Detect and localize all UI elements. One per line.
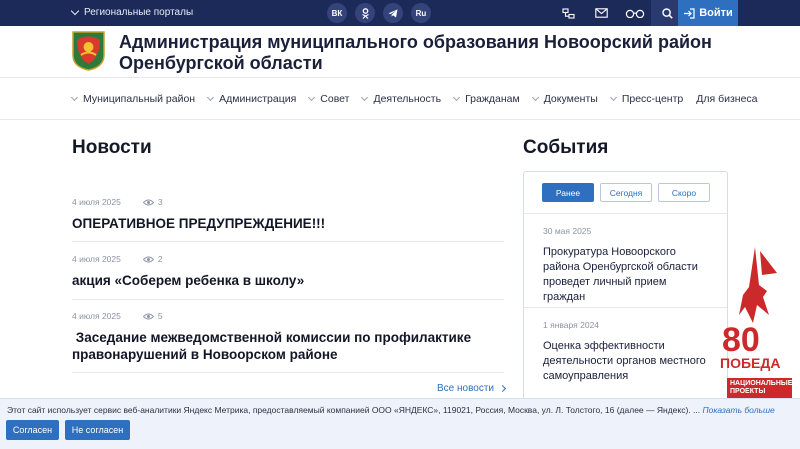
main-navigation: Муниципальный район Администрация Совет … [0, 78, 800, 120]
chevron-down-icon [308, 93, 316, 102]
cookie-text: Этот сайт использует сервис веб-аналитик… [7, 405, 701, 415]
badge-number: 80 [722, 321, 760, 359]
tab-earlier[interactable]: Ранее [542, 183, 594, 202]
social-links: ВК Ru [327, 3, 431, 23]
top-bar: Региональные порталы ВК Ru Войти [0, 0, 800, 26]
cookie-decline-button[interactable]: Не согласен [65, 420, 130, 440]
regional-portals-label: Региональные порталы [84, 7, 194, 18]
news-view-count: 3 [157, 197, 163, 207]
event-title[interactable]: Прокуратура Новоорского района Оренбургс… [543, 245, 709, 305]
rutube-icon[interactable]: Ru [411, 3, 431, 23]
nav-item-label: Пресс-центр [621, 93, 684, 105]
chevron-down-icon [207, 93, 215, 102]
chevron-right-icon [498, 384, 507, 393]
badge-text: ПОБЕДА! [720, 355, 781, 371]
eye-icon [142, 199, 154, 205]
eye-icon [142, 313, 154, 319]
cookie-banner: Этот сайт использует сервис веб-аналитик… [0, 398, 800, 449]
nav-item-administration[interactable]: Администрация [207, 93, 297, 105]
nav-item-label: Гражданам [465, 93, 520, 105]
site-header: Администрация муниципального образования… [0, 26, 800, 78]
nav-item-citizens[interactable]: Гражданам [453, 93, 520, 105]
events-panel: Ранее Сегодня Скоро 30 мая 2025 Прокурат… [523, 171, 728, 401]
news-item[interactable]: 4 июля 2025 2 акция «Соберем ребенка в ш… [72, 254, 504, 300]
news-views: 5 [142, 311, 163, 321]
all-news-link[interactable]: Все новости [437, 383, 507, 394]
sitemap-icon[interactable] [552, 0, 585, 26]
chevron-down-icon [361, 93, 369, 102]
nav-item-activity[interactable]: Деятельность [361, 93, 442, 105]
chevron-down-icon [70, 6, 80, 16]
chevron-down-icon [453, 93, 461, 102]
header-tools [552, 0, 684, 26]
login-label: Войти [699, 7, 733, 19]
nav-item-council[interactable]: Совет [308, 93, 350, 105]
events-tabs: Ранее Сегодня Скоро [524, 172, 727, 214]
news-meta: 4 июля 2025 2 [72, 254, 504, 264]
victory-80-badge[interactable]: 80 ПОБЕДА! [719, 245, 781, 375]
nav-item-press-center[interactable]: Пресс-центр [609, 93, 684, 105]
cookie-show-more-link[interactable]: Показать больше [702, 405, 774, 415]
news-date: 4 июля 2025 [72, 254, 121, 264]
ok-icon[interactable] [355, 3, 375, 23]
cookie-text-line: Этот сайт использует сервис веб-аналитик… [7, 405, 775, 415]
nav-item-label: Совет [320, 93, 350, 105]
event-date: 30 мая 2025 [543, 226, 592, 236]
tab-soon[interactable]: Скоро [658, 183, 710, 202]
vk-icon[interactable]: ВК [327, 3, 347, 23]
news-meta: 4 июля 2025 3 [72, 197, 504, 207]
nav-item-label: Документы [543, 93, 598, 105]
event-title[interactable]: Оценка эффективности деятельности органо… [543, 339, 709, 384]
mail-icon[interactable] [585, 0, 618, 26]
news-title[interactable]: ОПЕРАТИВНОЕ ПРЕДУПРЕЖДЕНИЕ!!! [72, 215, 504, 232]
coat-of-arms-logo[interactable] [72, 31, 105, 71]
news-item[interactable]: 4 июля 2025 5 Заседание межведомственной… [72, 311, 504, 373]
news-views: 2 [142, 254, 163, 264]
news-date: 4 июля 2025 [72, 197, 121, 207]
telegram-icon[interactable] [383, 3, 403, 23]
login-button[interactable]: Войти [678, 0, 738, 26]
event-item[interactable]: 1 января 2024 Оценка эффективности деяте… [524, 308, 727, 400]
news-date: 4 июля 2025 [72, 311, 121, 321]
event-date: 1 января 2024 [543, 320, 600, 330]
eye-icon [142, 256, 154, 262]
tab-today[interactable]: Сегодня [600, 183, 652, 202]
nav-item-documents[interactable]: Документы [531, 93, 598, 105]
news-heading: Новости [72, 137, 152, 158]
news-view-count: 5 [157, 311, 163, 321]
login-icon [684, 7, 695, 19]
nav-item-municipal-district[interactable]: Муниципальный район [70, 93, 196, 105]
chevron-down-icon [609, 93, 617, 102]
news-title[interactable]: Заседание межведомственной комиссии по п… [72, 329, 504, 363]
events-heading: События [523, 137, 609, 158]
chevron-down-icon [70, 93, 79, 102]
news-meta: 4 июля 2025 5 [72, 311, 504, 321]
nav-item-label: Администрация [219, 93, 297, 105]
nav-item-label: Муниципальный район [83, 93, 196, 105]
nav-item-label: Для бизнеса [696, 93, 758, 105]
news-item[interactable]: 4 июля 2025 3 ОПЕРАТИВНОЕ ПРЕДУПРЕЖДЕНИЕ… [72, 197, 504, 242]
accessibility-glasses-icon[interactable] [618, 0, 651, 26]
event-item[interactable]: 30 мая 2025 Прокуратура Новоорского райо… [524, 214, 727, 308]
page-title: Администрация муниципального образования… [119, 32, 712, 73]
news-view-count: 2 [157, 254, 163, 264]
cookie-accept-button[interactable]: Согласен [6, 420, 59, 440]
news-views: 3 [142, 197, 163, 207]
chevron-down-icon [531, 93, 539, 102]
nav-item-label: Деятельность [373, 93, 442, 105]
all-news-label: Все новости [437, 383, 495, 394]
regional-portals-dropdown[interactable]: Региональные порталы [70, 6, 194, 18]
nav-item-business[interactable]: Для бизнеса [696, 93, 757, 105]
news-title[interactable]: акция «Соберем ребенка в школу» [72, 272, 504, 289]
